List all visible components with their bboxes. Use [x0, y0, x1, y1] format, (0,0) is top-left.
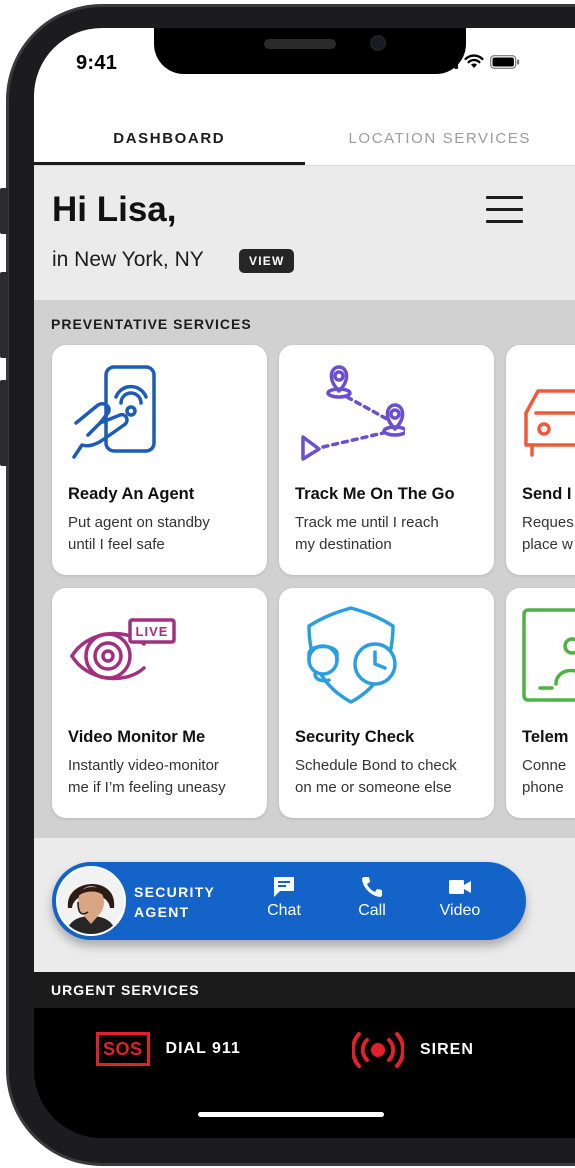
card-title: Send I	[522, 485, 572, 503]
agent-area: SECURITY AGENT Chat Call Video	[34, 838, 575, 972]
battery-icon	[490, 54, 520, 69]
card-title: Track Me On The Go	[295, 485, 455, 503]
card-description: Reques place w	[522, 514, 574, 553]
service-card-video-monitor[interactable]: LIVE Video Monitor Me Instantly video-mo…	[52, 588, 267, 818]
video-camera-icon	[449, 880, 471, 894]
tab-dashboard[interactable]: DASHBOARD	[34, 108, 305, 166]
view-location-button[interactable]: VIEW	[239, 249, 295, 273]
chat-label: Chat	[267, 902, 301, 919]
preventative-services: PREVENTATIVE SERVICES Ready An Agent Put…	[34, 300, 575, 838]
status-time: 9:41	[76, 52, 118, 74]
call-label: Call	[358, 902, 386, 919]
location-text: in New York, NY	[52, 248, 204, 271]
cellular-signal-icon	[438, 54, 458, 69]
video-button[interactable]: Video	[430, 876, 490, 920]
siren-label: SIREN	[420, 1041, 474, 1058]
chat-button[interactable]: Chat	[254, 876, 314, 920]
route-tracking-icon	[301, 365, 405, 461]
card-title: Video Monitor Me	[68, 728, 206, 746]
home-indicator	[198, 1112, 384, 1117]
section-title-preventative: PREVENTATIVE SERVICES	[51, 316, 252, 332]
tab-location-services[interactable]: LOCATION SERVICES	[305, 108, 575, 166]
siren-button[interactable]: SIREN	[352, 1030, 474, 1070]
service-card-telemedicine[interactable]: Telem Conne phone	[506, 588, 575, 818]
agent-label-line1: SECURITY	[134, 884, 216, 900]
urgent-services-header: URGENT SERVICES	[34, 972, 575, 1008]
greeting-title: Hi Lisa,	[52, 190, 177, 229]
wifi-icon	[464, 54, 484, 68]
status-icons	[438, 54, 520, 69]
dial-911-label: DIAL 911	[165, 1040, 241, 1057]
siren-icon	[352, 1032, 404, 1068]
avatar[interactable]	[56, 866, 126, 936]
volume-down-button	[0, 380, 8, 466]
card-title: Ready An Agent	[68, 485, 195, 503]
agent-label: SECURITY AGENT	[134, 882, 215, 922]
card-title: Telem	[522, 728, 569, 746]
app-screen: 9:41 DASHBOARD LOCATION SERVICES Hi Lisa…	[34, 28, 575, 1138]
telemedicine-icon	[522, 608, 575, 702]
hamburger-menu-icon[interactable]	[486, 196, 523, 224]
card-description: Instantly video-monitor me if I’m feelin…	[68, 757, 226, 796]
service-card-track-me[interactable]: Track Me On The Go Track me until I reac…	[279, 345, 494, 575]
card-description: Track me until I reach my destination	[295, 514, 439, 553]
top-tabs: DASHBOARD LOCATION SERVICES	[34, 108, 575, 166]
security-agent-bar: SECURITY AGENT Chat Call Video	[52, 862, 526, 940]
car-icon	[524, 389, 575, 457]
hand-phone-nfc-icon	[72, 365, 156, 459]
service-card-ready-agent[interactable]: Ready An Agent Put agent on standby unti…	[52, 345, 267, 575]
front-camera	[370, 35, 386, 51]
card-description: Conne phone	[522, 757, 567, 796]
service-card-security-check[interactable]: Security Check Schedule Bond to check on…	[279, 588, 494, 818]
sos-icon: SOS	[96, 1032, 150, 1066]
service-card-send[interactable]: Send I Reques place w	[506, 345, 575, 575]
chat-icon	[274, 877, 294, 897]
eye-live-icon: LIVE	[70, 618, 176, 681]
agent-portrait	[58, 868, 124, 934]
urgent-title-bold: SERVICES	[121, 982, 200, 998]
speaker-grille	[264, 39, 336, 49]
dial-911-button[interactable]: SOS DIAL 911	[96, 1032, 241, 1066]
urgent-title: URGENT SERVICES	[51, 982, 200, 998]
greeting-section: Hi Lisa, in New York, NY VIEW	[34, 166, 575, 300]
phone-icon	[362, 877, 382, 897]
urgent-services: SOS DIAL 911 SIREN	[34, 1008, 575, 1138]
status-bar: 9:41	[34, 28, 575, 108]
card-description: Put agent on standby until I feel safe	[68, 514, 210, 553]
agent-label-line2: AGENT	[134, 904, 190, 920]
video-label: Video	[439, 902, 481, 919]
call-button[interactable]: Call	[342, 876, 402, 920]
shield-clock-icon	[307, 606, 397, 704]
card-description: Schedule Bond to check on me or someone …	[295, 757, 457, 796]
mute-switch	[0, 188, 8, 234]
urgent-title-prefix: URGENT	[51, 982, 121, 998]
card-title: Security Check	[295, 728, 415, 746]
volume-up-button	[0, 272, 8, 358]
svg-text:LIVE: LIVE	[136, 624, 169, 639]
notch	[154, 28, 466, 74]
